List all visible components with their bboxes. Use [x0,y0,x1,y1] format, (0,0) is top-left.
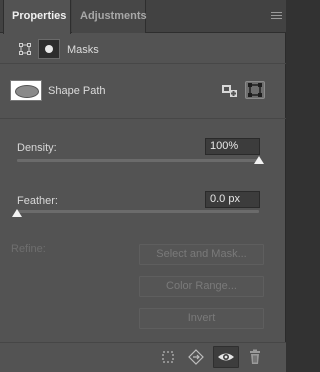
color-range-button[interactable]: Color Range... [139,276,264,297]
properties-panel: Properties Adjustments Masks Shape Path [0,0,286,372]
feather-label: Feather: [17,195,58,207]
density-slider-track[interactable] [17,159,259,162]
tab-properties[interactable]: Properties [3,0,71,34]
shape-path-row: Shape Path [0,64,286,119]
trash-icon[interactable] [247,349,263,365]
feather-slider-track[interactable] [17,210,259,213]
dotted-selection-icon[interactable] [160,349,176,365]
vector-mask-select-icon[interactable] [245,81,265,99]
vector-mask-icon[interactable] [38,39,60,59]
masks-label: Masks [67,44,99,56]
density-input[interactable]: 100% [205,138,260,155]
density-slider-handle[interactable] [254,156,264,164]
feather-slider-handle[interactable] [12,209,22,217]
apply-mask-icon[interactable] [188,349,204,365]
shape-path-label: Shape Path [48,85,106,97]
density-label: Density: [17,142,57,154]
tab-adjustments[interactable]: Adjustments [72,0,147,33]
pixel-mask-icon[interactable] [19,43,31,55]
select-and-mask-button[interactable]: Select and Mask... [139,244,264,265]
shape-thumbnail [10,80,42,101]
panel-menu-icon[interactable] [271,12,282,21]
refine-label: Refine: [11,243,46,255]
masks-row: Masks [0,34,286,64]
load-selection-icon[interactable] [220,81,240,99]
tab-bar: Properties Adjustments [0,0,286,34]
invert-button[interactable]: Invert [139,308,264,329]
feather-input[interactable]: 0.0 px [205,191,260,208]
bottom-toolbar [0,342,286,372]
eye-icon[interactable] [213,346,239,368]
